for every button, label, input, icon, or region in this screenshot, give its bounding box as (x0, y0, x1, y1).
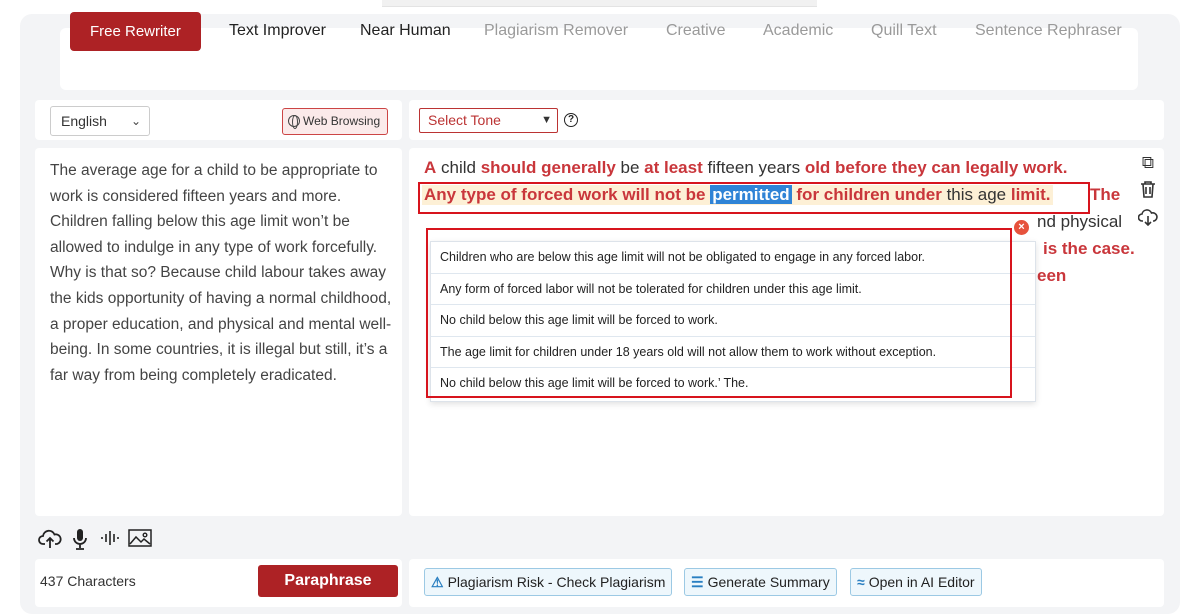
tab-plagiarism-remover[interactable]: Plagiarism Remover (484, 0, 628, 62)
tab-near-human[interactable]: Near Human (360, 0, 451, 62)
output-line-1: A child should generally be at least fif… (424, 158, 1067, 178)
suggestion-item[interactable]: Any form of forced labor will not be tol… (431, 274, 1035, 306)
copy-icon[interactable]: ⧉ (1138, 153, 1158, 173)
output-line-3-fragment: nd physical (1037, 212, 1123, 231)
language-label: English (61, 113, 107, 129)
tab-quill-text[interactable]: Quill Text (871, 0, 937, 62)
upload-cloud-icon[interactable] (38, 528, 62, 552)
audio-wave-icon[interactable] (100, 528, 120, 552)
help-icon[interactable]: ? (564, 113, 578, 127)
download-icon[interactable] (1137, 208, 1158, 228)
language-select[interactable]: English ⌄ (50, 106, 150, 136)
microphone-icon[interactable] (71, 528, 89, 552)
tab-sentence-rephraser[interactable]: Sentence Rephraser (975, 0, 1122, 62)
tab-free-rewriter[interactable]: Free Rewriter (70, 12, 201, 51)
suggestion-item[interactable]: Children who are below this age limit wi… (431, 242, 1035, 274)
globe-icon (288, 115, 300, 129)
character-count: 437 Characters (40, 573, 136, 589)
selected-sentence-frame (418, 182, 1090, 214)
chevron-down-icon: ▼ (541, 114, 552, 126)
output-line-4-fragment: is the case. (1043, 239, 1135, 258)
tab-creative[interactable]: Creative (666, 0, 726, 62)
open-ai-editor-button[interactable]: ≈ Open in AI Editor (850, 568, 982, 596)
close-icon[interactable]: × (1014, 220, 1029, 235)
chevron-down-icon: ⌄ (130, 114, 141, 128)
suggestion-item[interactable]: The age limit for children under 18 year… (431, 337, 1035, 369)
plagiarism-label: Plagiarism Risk - Check Plagiarism (447, 574, 666, 590)
tab-academic[interactable]: Academic (763, 0, 833, 62)
suggestion-item[interactable]: No child below this age limit will be fo… (431, 368, 1035, 400)
rephrase-suggestions-popup: Children who are below this age limit wi… (430, 241, 1036, 402)
tone-select[interactable]: Select Tone ▼ (419, 108, 558, 133)
plain-text: fifteen years (702, 158, 805, 177)
image-icon[interactable] (128, 528, 152, 552)
plain-text: child (436, 158, 481, 177)
changed-text[interactable]: should generally (481, 158, 616, 177)
summary-icon: ☰ (691, 574, 704, 590)
ai-editor-label: Open in AI Editor (868, 574, 975, 590)
suggestion-item[interactable]: No child below this age limit will be fo… (431, 305, 1035, 337)
tab-text-improver[interactable]: Text Improver (229, 0, 326, 62)
output-line-5-fragment: een (1037, 266, 1067, 285)
tone-label: Select Tone (428, 112, 501, 128)
generate-summary-button[interactable]: ☰ Generate Summary (684, 568, 837, 596)
web-browsing-label: Web Browsing (303, 114, 381, 128)
summary-label: Generate Summary (707, 574, 830, 590)
changed-text[interactable]: old before they can legally work. (805, 158, 1068, 177)
warning-icon: ⚠ (431, 574, 444, 590)
plain-text: be (615, 158, 645, 177)
output-line-2-tail: The (1090, 185, 1121, 204)
changed-text[interactable]: A (424, 158, 436, 177)
plagiarism-check-button[interactable]: ⚠ Plagiarism Risk - Check Plagiarism (424, 568, 673, 596)
trash-icon[interactable] (1138, 180, 1158, 200)
web-browsing-button[interactable]: Web Browsing (282, 108, 388, 135)
paraphrase-button[interactable]: Paraphrase (258, 565, 398, 597)
ai-editor-icon: ≈ (857, 574, 865, 590)
input-textarea[interactable]: The average age for a child to be approp… (50, 158, 395, 388)
changed-text[interactable]: at least (644, 158, 703, 177)
